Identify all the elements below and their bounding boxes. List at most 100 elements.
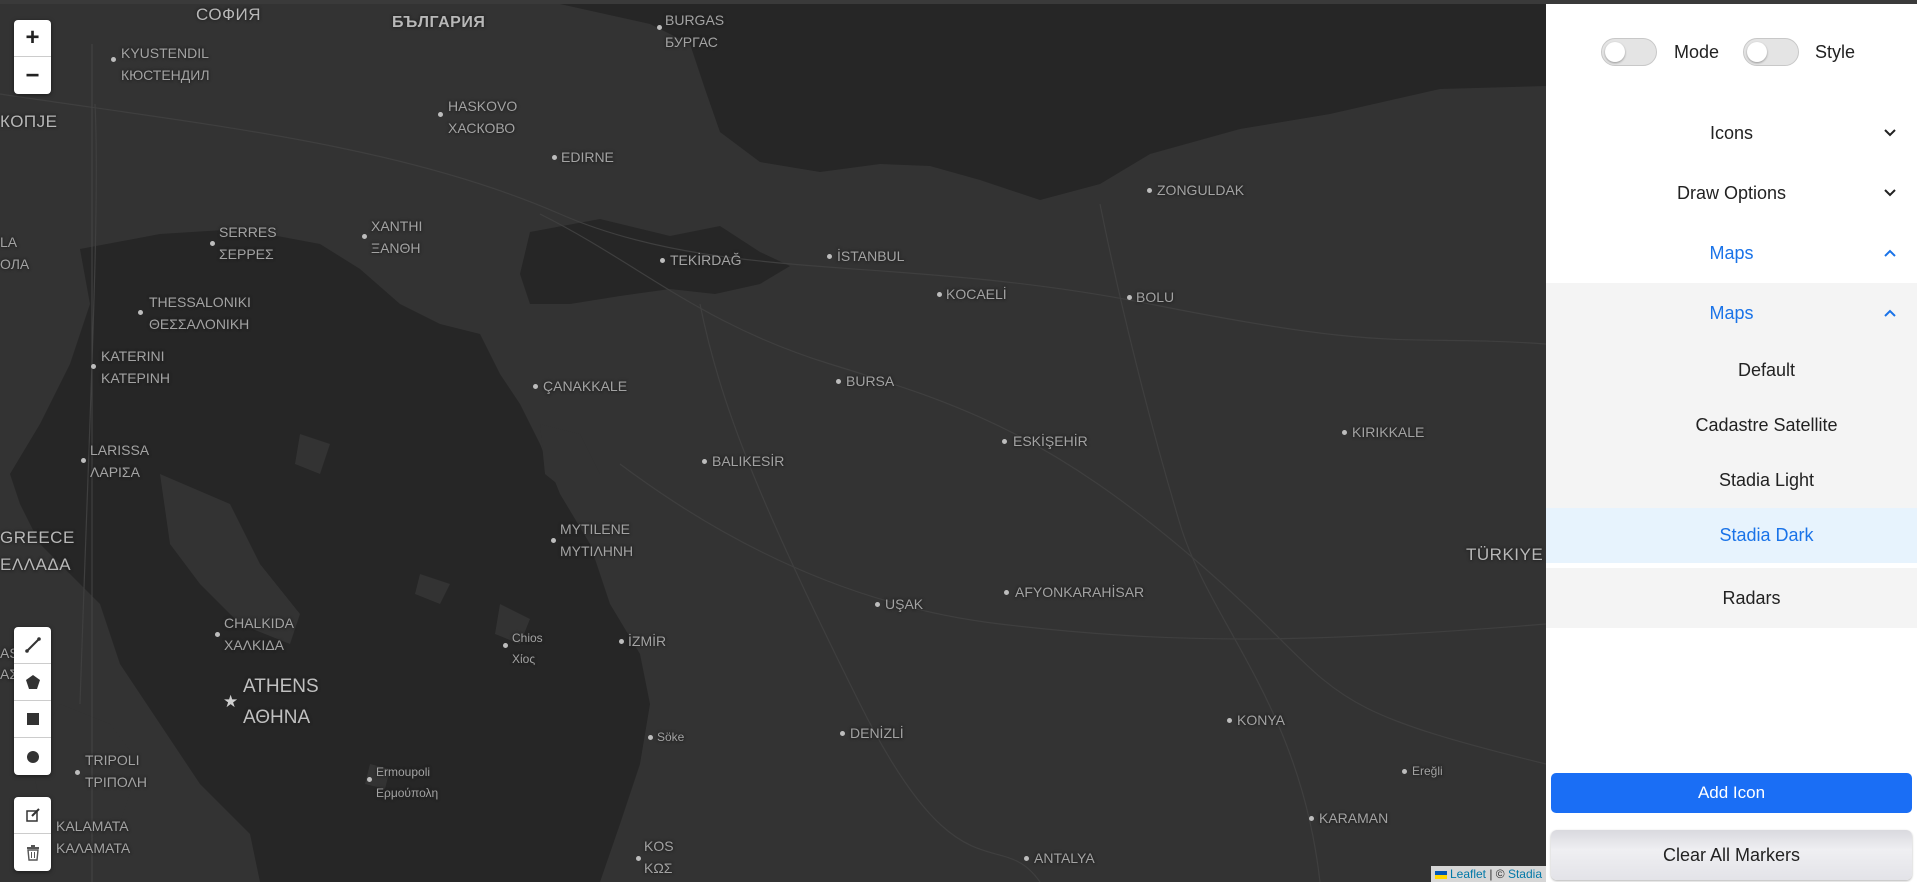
chevron-down-icon [1884, 189, 1896, 197]
map-option-cadastre-satellite[interactable]: Cadastre Satellite [1546, 398, 1917, 453]
map-label-canakkale: ÇANAKKALE [543, 378, 628, 394]
map-label-eregli: Ereğli [1412, 764, 1443, 778]
stadia-link[interactable]: Stadia [1508, 867, 1542, 881]
map-label-serres: SERRES [219, 224, 277, 240]
draw-circle-button[interactable] [14, 738, 51, 775]
map-label-greece: GREECE [0, 528, 75, 547]
draw-options-accordion-label: Draw Options [1676, 182, 1787, 203]
draw-polygon-button[interactable] [14, 664, 51, 701]
map-label-serres-local: ΣΕΡΡΕΣ [219, 246, 274, 262]
maps-accordion-label: Maps [1709, 242, 1754, 263]
map-label-athens-local: ΑΘΗΝΑ [243, 707, 311, 728]
map-option-stadia-light[interactable]: Stadia Light [1546, 453, 1917, 508]
map-label-burgas: BURGAS [665, 12, 725, 28]
map-label-soke: Söke [657, 730, 685, 744]
map-label-kalamata: KALAMATA [56, 818, 129, 834]
rectangle-icon [26, 713, 39, 725]
chevron-up-icon [1884, 249, 1896, 257]
map-label-la: LA [0, 234, 18, 250]
map-label-chios-local: Χίος [512, 652, 536, 666]
map-label-chalkida: CHALKIDA [224, 615, 295, 631]
map-label-kocaeli: KOCAELİ [946, 286, 1007, 302]
map-label-kos: KOS [644, 838, 674, 854]
map-label-usak: UŞAK [885, 596, 924, 612]
map-label-xanthi: XANTHI [371, 218, 423, 234]
mode-toggle[interactable] [1601, 38, 1657, 66]
map-label-burgas-local: БУРГАС [665, 34, 718, 50]
draw-polyline-button[interactable] [14, 627, 51, 664]
zoom-control: + − [14, 20, 51, 94]
maps-accordion[interactable]: Maps [1546, 223, 1917, 283]
edit-toolbar [14, 797, 51, 871]
map-label-mytilene-local: ΜΥΤΙΛΗΝΗ [560, 543, 634, 559]
chevron-up-icon [1884, 309, 1896, 317]
map-canvas[interactable]: СОФИЯ БЪЛГАРИЯ BURGAS БУРГАС KYUSTENDIL … [0, 4, 1546, 882]
map-label-kyustendil-local: КЮСТЕНДИЛ [121, 67, 210, 83]
zoom-out-button[interactable]: − [14, 57, 51, 94]
map-label-bolu: BOLU [1136, 289, 1175, 305]
map-label-ermoupoli: Ermoupoli [376, 765, 431, 779]
maps-sub-accordion[interactable]: Maps [1546, 283, 1917, 343]
map-label-denizli: DENİZLİ [850, 725, 904, 741]
maps-sub-accordion-label: Maps [1709, 302, 1754, 323]
map-label-chalkida-local: ΧΑΛΚΙΔΑ [224, 637, 284, 653]
map-option-default[interactable]: Default [1546, 343, 1917, 398]
map-label-afyon: AFYONKARAHİSAR [1015, 584, 1145, 600]
map-label-kyustendil: KYUSTENDIL [121, 45, 209, 61]
map-label-thessaloniki: THESSALONIKI [149, 294, 251, 310]
draw-options-accordion[interactable]: Draw Options [1546, 163, 1917, 223]
delete-layers-button[interactable] [14, 834, 51, 871]
clear-all-markers-button[interactable]: Clear All Markers [1551, 830, 1912, 880]
map-label-antalya: ANTALYA [1034, 850, 1095, 866]
draw-toolbar [14, 627, 51, 775]
icons-accordion-label: Icons [1709, 122, 1754, 143]
map-label-xanthi-local: ΞΑΝΘΗ [371, 240, 421, 256]
map-label-kos-local: ΚΩΣ [644, 860, 673, 876]
toggle-row: Mode Style [1546, 38, 1917, 68]
map-label-kirikkale: KIRIKKALE [1352, 424, 1425, 440]
style-toggle[interactable] [1743, 38, 1799, 66]
map-option-stadia-dark[interactable]: Stadia Dark [1546, 508, 1917, 563]
map-label-haskovo-local: ХАСКОВО [448, 120, 516, 136]
map-label-balikesir: BALIKESİR [712, 453, 785, 469]
map-label-haskovo: HASKOVO [448, 98, 518, 114]
icons-accordion[interactable]: Icons [1546, 103, 1917, 163]
map-label-turkiye: TÜRKIYE [1466, 545, 1544, 564]
map-label-larissa: LARISSA [90, 442, 150, 458]
map-label-eskisehir: ESKİŞEHİR [1013, 433, 1088, 449]
draw-rectangle-button[interactable] [14, 701, 51, 738]
map-label-mytilene: MYTILENE [560, 521, 631, 537]
map-label-tekirdag: TEKİRDAĞ [670, 252, 742, 268]
map-label-edirne: EDIRNE [561, 149, 614, 165]
map-label-athens: ATHENS [243, 676, 319, 697]
map-label-tripoli-local: ΤΡΙΠΟΛΗ [85, 774, 147, 790]
capital-star-icon: ★ [223, 692, 239, 711]
map-label-ellada: ΕΛΛΑΔΑ [0, 555, 72, 574]
map-label-zonguldak: ZONGULDAK [1157, 182, 1245, 198]
map-label-kalamata-local: ΚΑΛΑΜΑΤΑ [56, 840, 131, 856]
map-label-ermoupoli-local: Ερμούπολη [376, 786, 439, 800]
map-label-karaman: KARAMAN [1319, 810, 1389, 826]
map-label-chios: Chios [512, 631, 543, 645]
edit-layers-button[interactable] [14, 797, 51, 834]
map-terrain [0, 4, 1546, 882]
map-label-bulgaria: БЪЛГАРИЯ [392, 14, 486, 31]
ukraine-flag-icon [1434, 870, 1447, 879]
map-label-sofia: СОФИЯ [196, 5, 262, 24]
map-label-bursa: BURSA [846, 373, 895, 389]
map-label-izmir: İZMİR [628, 633, 667, 649]
add-icon-button[interactable]: Add Icon [1551, 773, 1912, 813]
trash-icon [26, 844, 39, 861]
zoom-in-button[interactable]: + [14, 20, 51, 57]
map-label-tripoli: TRIPOLI [85, 752, 140, 768]
side-panel: Mode Style Icons Draw Options Maps Maps … [1546, 4, 1917, 882]
style-label: Style [1815, 42, 1856, 62]
map-label-ola: ОЛА [0, 256, 30, 272]
leaflet-link[interactable]: Leaflet [1450, 867, 1486, 881]
map-option-radars[interactable]: Radars [1546, 568, 1917, 628]
top-border [0, 0, 1917, 4]
map-label-katerini: KATERINI [101, 348, 165, 364]
map-label-katerini-local: ΚΑΤΕΡΙΝΗ [101, 370, 170, 386]
map-label-istanbul: İSTANBUL [837, 248, 905, 264]
mode-label: Mode [1674, 42, 1720, 62]
